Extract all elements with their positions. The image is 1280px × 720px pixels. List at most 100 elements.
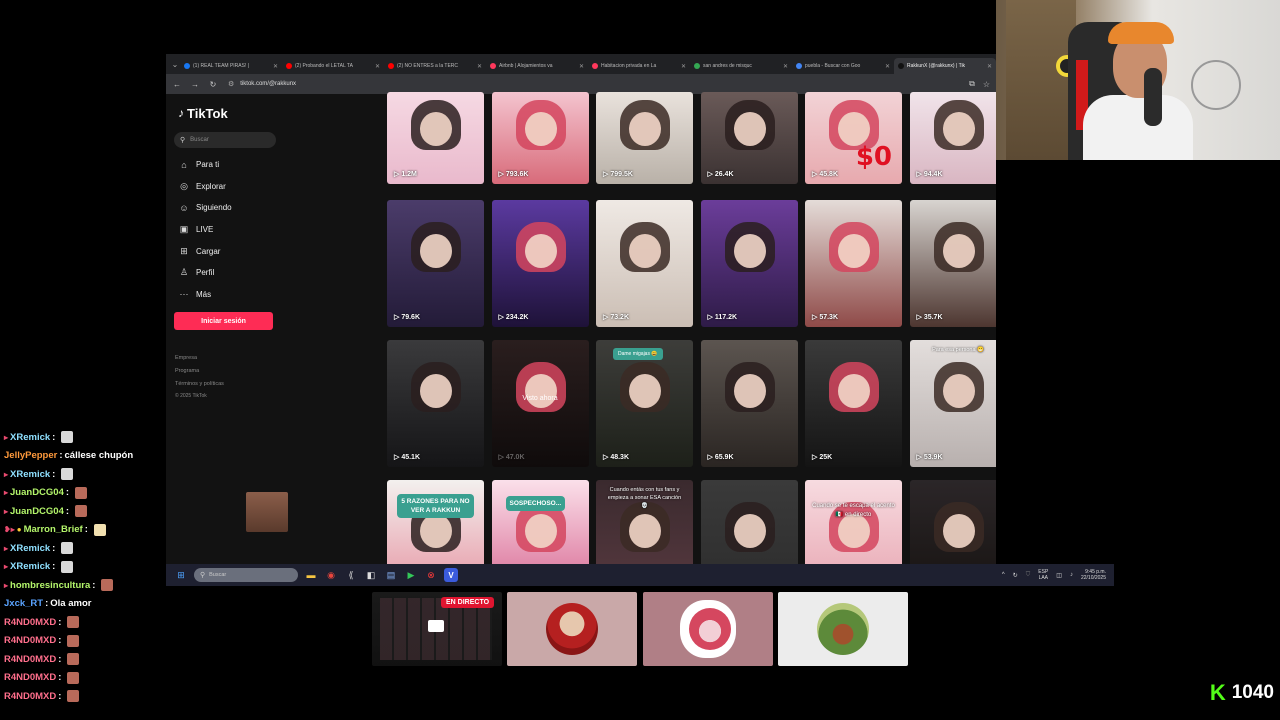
chat-username[interactable]: XRemick bbox=[10, 561, 50, 572]
site-info-icon[interactable]: ⚙ bbox=[228, 80, 234, 88]
vpn-icon[interactable]: V bbox=[444, 568, 458, 582]
chat-username[interactable]: XRemick bbox=[10, 469, 50, 480]
tiktok-logo[interactable]: ♪ TikTok bbox=[178, 104, 284, 122]
chat-username[interactable]: R4ND0MXD bbox=[4, 672, 56, 683]
nav-item-explorar[interactable]: ◎ Explorar bbox=[174, 176, 284, 198]
chevron-badge-icon: ▸ bbox=[4, 543, 9, 553]
forward-icon[interactable]: → bbox=[190, 80, 200, 89]
tiktok-search-input[interactable]: ⚲ Buscar bbox=[174, 132, 276, 148]
close-icon[interactable]: ✕ bbox=[477, 63, 482, 70]
chat-username[interactable]: XRemick bbox=[10, 543, 50, 554]
tiktok-footer: Empresa Programa Términos y políticas © … bbox=[174, 352, 284, 401]
close-icon[interactable]: ✕ bbox=[375, 63, 380, 70]
scene-thumbnail-2[interactable] bbox=[643, 592, 773, 666]
browser-tab[interactable]: Habitacion privada en La ✕ bbox=[588, 58, 690, 74]
login-button[interactable]: Iniciar sesión bbox=[174, 312, 273, 331]
play-icon[interactable]: ▶ bbox=[404, 568, 418, 582]
video-tile[interactable]: ▷ 65.9K bbox=[700, 340, 798, 467]
install-icon[interactable]: ⧉ bbox=[969, 79, 975, 89]
browser-tab[interactable]: (2) Probando el LETAL TA ✕ bbox=[282, 58, 384, 74]
nav-item-mas[interactable]: ··· Más bbox=[174, 284, 284, 306]
chat-username[interactable]: JellyPepper bbox=[4, 450, 57, 461]
scene-thumbnail-3[interactable] bbox=[778, 592, 908, 666]
chat-username[interactable]: JuanDCG04 bbox=[10, 487, 64, 498]
chat-username[interactable]: Jxck_RT bbox=[4, 598, 43, 609]
video-tile[interactable]: ▷ 57.3K bbox=[805, 200, 902, 327]
nav-item-perfil[interactable]: ♙ Perfil bbox=[174, 262, 284, 284]
video-tile[interactable]: ▷ 799.5K bbox=[596, 92, 693, 184]
chat-username[interactable]: hombresincultura bbox=[10, 580, 90, 591]
chat-username[interactable]: JuanDCG04 bbox=[10, 506, 64, 517]
close-icon[interactable]: ✕ bbox=[273, 63, 278, 70]
video-tile[interactable]: ▷ 793.6K bbox=[491, 92, 589, 184]
video-tile[interactable]: ▷ 73.2K bbox=[596, 200, 693, 327]
app-icon[interactable]: ⟪ bbox=[344, 568, 358, 582]
video-tile[interactable]: Para esa persona 😁 ▷ 53.9K bbox=[909, 340, 996, 467]
browser-tab[interactable]: Airbnb | Alojamientos va ✕ bbox=[486, 58, 588, 74]
nav-item-cargar[interactable]: ⊞ Cargar bbox=[174, 240, 284, 262]
chat-username[interactable]: R4ND0MXD bbox=[4, 617, 56, 628]
scene-thumbnail-1[interactable] bbox=[507, 592, 637, 666]
footer-link-empresa[interactable]: Empresa bbox=[175, 352, 284, 365]
footer-link-programa[interactable]: Programa bbox=[175, 365, 284, 378]
video-tile[interactable]: $0 ▷ 45.8K bbox=[805, 92, 902, 184]
nav-item-para-ti[interactable]: ⌂ Para ti bbox=[174, 154, 284, 176]
video-tile[interactable]: Dame migajas 😀 ▷ 48.3K bbox=[596, 340, 693, 467]
video-tile[interactable]: Cuando entás con tus fans y empieza a so… bbox=[596, 480, 693, 564]
tab-search-icon[interactable]: ⌄ bbox=[170, 57, 180, 71]
avatar bbox=[546, 603, 598, 655]
chat-username[interactable]: XRemick bbox=[10, 432, 50, 443]
video-tile[interactable]: Visto ahora ▷ 47.0K bbox=[491, 340, 589, 467]
windows-start-icon[interactable]: ⊞ bbox=[174, 568, 188, 582]
taskbar-search-input[interactable]: ⚲ Buscar bbox=[194, 568, 298, 582]
video-tile[interactable]: ▷ 234.2K bbox=[491, 200, 589, 327]
obs-icon[interactable]: ◧ bbox=[364, 568, 378, 582]
video-tile[interactable]: ▷ 45.1K bbox=[387, 340, 484, 467]
video-tile[interactable]: SOSPECHOSO... bbox=[491, 480, 589, 564]
video-tile[interactable] bbox=[700, 480, 798, 564]
close-icon[interactable]: ✕ bbox=[681, 63, 686, 70]
chat-username[interactable]: R4ND0MXD bbox=[4, 635, 56, 646]
close-icon[interactable]: ✕ bbox=[885, 63, 890, 70]
opera-icon[interactable]: ⊗ bbox=[424, 568, 438, 582]
close-icon[interactable]: ✕ bbox=[987, 63, 992, 70]
chat-username[interactable]: Marron_Brief bbox=[24, 524, 83, 535]
clock[interactable]: 9:45 p.m. 22/10/2025 bbox=[1081, 569, 1106, 581]
chat-username[interactable]: R4ND0MXD bbox=[4, 654, 56, 665]
nav-item-live[interactable]: ▣ LIVE bbox=[174, 219, 284, 241]
video-tile[interactable] bbox=[909, 480, 996, 564]
video-tile[interactable]: 5 RAZONES PARA NO VER A RAKKUN bbox=[387, 480, 484, 564]
footer-link-terminos[interactable]: Términos y políticas bbox=[175, 378, 284, 391]
browser-tab[interactable]: (1) REAL TEAM PIRAS! | ✕ bbox=[180, 58, 282, 74]
browser-tab[interactable]: puebla - Buscar con Goo ✕ bbox=[792, 58, 894, 74]
sync-icon[interactable]: ↻ bbox=[1013, 572, 1018, 579]
browser-tab[interactable]: san andres de misquc ✕ bbox=[690, 58, 792, 74]
reload-icon[interactable]: ↻ bbox=[208, 80, 218, 89]
shield-icon[interactable]: ⛉ bbox=[1026, 572, 1031, 579]
chat-username[interactable]: R4ND0MXD bbox=[4, 691, 56, 702]
browser-tab[interactable]: (2) NO ENTRES a la TERC ✕ bbox=[384, 58, 486, 74]
back-icon[interactable]: ← bbox=[172, 80, 182, 89]
close-icon[interactable]: ✕ bbox=[579, 63, 584, 70]
nav-item-siguiendo[interactable]: ☺ Siguiendo bbox=[174, 197, 284, 219]
video-tile[interactable]: Cuando se te escapa el acento 🇲🇽 en dire… bbox=[805, 480, 902, 564]
language-indicator[interactable]: ESP LAA bbox=[1038, 569, 1048, 581]
video-tile[interactable]: ▷ 117.2K bbox=[700, 200, 798, 327]
video-tile[interactable]: ▷ 1.2M bbox=[387, 92, 484, 184]
file-explorer-icon[interactable]: ▬ bbox=[304, 568, 318, 582]
network-icon[interactable]: ◫ bbox=[1056, 572, 1062, 579]
video-tile[interactable]: ▷ 79.6K bbox=[387, 200, 484, 327]
video-tile[interactable]: ▷ 94.4K bbox=[909, 92, 996, 184]
bookmark-star-icon[interactable]: ☆ bbox=[983, 80, 990, 89]
video-tile[interactable]: ▷ 25K bbox=[805, 340, 902, 467]
address-bar[interactable]: ⚙ tiktok.com/@rakkunx bbox=[226, 77, 962, 91]
chrome-icon[interactable]: ◉ bbox=[324, 568, 338, 582]
calculator-icon[interactable]: ▤ bbox=[384, 568, 398, 582]
chevron-badge-icon: ▸ bbox=[4, 580, 9, 590]
volume-icon[interactable]: ♪ bbox=[1070, 572, 1073, 578]
browser-tab[interactable]: RakkunX (@rakkunx) | Tik ✕ bbox=[894, 58, 996, 74]
close-icon[interactable]: ✕ bbox=[783, 63, 788, 70]
video-tile[interactable]: ▷ 26.4K bbox=[700, 92, 798, 184]
video-tile[interactable]: ▷ 35.7K bbox=[909, 200, 996, 327]
chevron-up-icon[interactable]: ^ bbox=[1002, 572, 1005, 578]
